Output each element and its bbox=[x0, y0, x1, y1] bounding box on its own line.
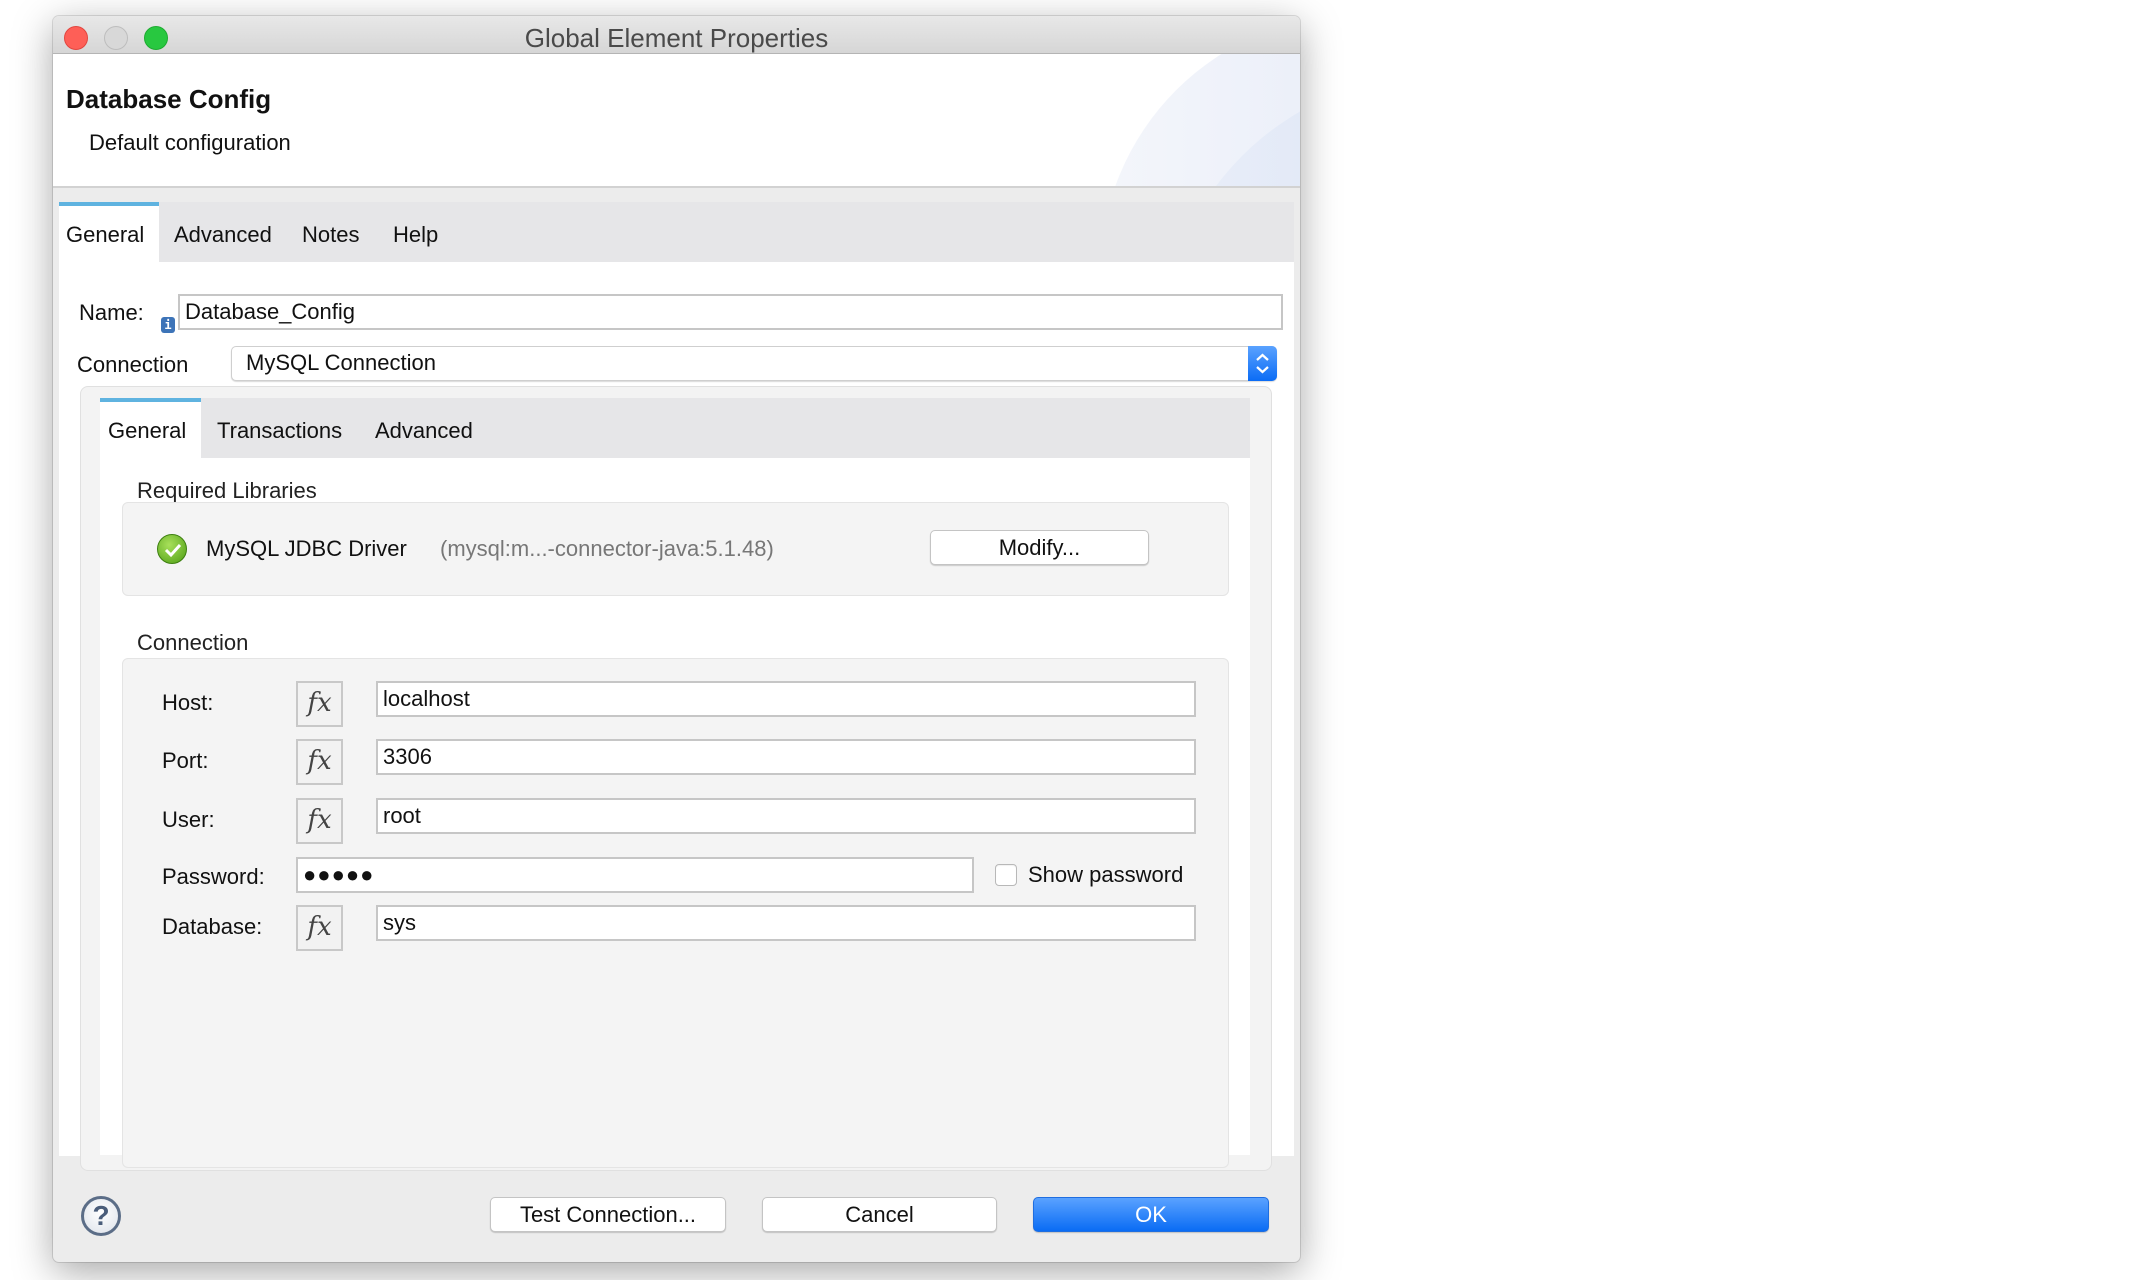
show-password-checkbox[interactable] bbox=[995, 864, 1017, 886]
required-libraries-label: Required Libraries bbox=[137, 478, 317, 503]
tab-advanced[interactable]: Advanced bbox=[174, 202, 272, 262]
window-title: Global Element Properties bbox=[524, 23, 829, 53]
inner-tab-transactions[interactable]: Transactions bbox=[217, 398, 342, 458]
help-icon[interactable]: ? bbox=[81, 1196, 121, 1236]
user-expression-button[interactable]: fx bbox=[296, 798, 343, 844]
required-libraries-box: MySQL JDBC Driver (mysql:m...-connector-… bbox=[122, 502, 1229, 596]
cancel-button[interactable]: Cancel bbox=[762, 1197, 997, 1232]
library-name: MySQL JDBC Driver bbox=[206, 536, 407, 561]
modify-library-button[interactable]: Modify... bbox=[930, 530, 1149, 565]
tab-general[interactable]: General bbox=[59, 202, 159, 262]
show-password-label[interactable]: Show password bbox=[1028, 862, 1183, 888]
connection-section-label: Connection bbox=[137, 630, 249, 655]
inner-general-content: Required Libraries MySQL JDBC Driver (my… bbox=[100, 458, 1250, 1168]
ok-button[interactable]: OK bbox=[1033, 1197, 1269, 1232]
main-tabs: General Advanced Notes Help bbox=[59, 202, 1294, 262]
connection-select-value: MySQL Connection bbox=[246, 350, 436, 375]
name-label: Name: bbox=[79, 300, 144, 325]
host-expression-button[interactable]: fx bbox=[296, 681, 343, 727]
name-input[interactable]: Database_Config bbox=[178, 294, 1283, 330]
database-expression-button[interactable]: fx bbox=[296, 905, 343, 951]
connection-label: Connection bbox=[77, 352, 189, 377]
dialog-window: Global Element Properties Database Confi… bbox=[53, 16, 1300, 1262]
database-input[interactable]: sys bbox=[376, 905, 1196, 941]
tab-help[interactable]: Help bbox=[393, 202, 438, 262]
header-subtitle: Default configuration bbox=[89, 130, 291, 155]
select-arrows-icon bbox=[1248, 346, 1277, 381]
password-input[interactable]: ●●●●● bbox=[296, 857, 974, 893]
connection-box: Host: fx localhost Port: fx 3306 User: f… bbox=[122, 658, 1229, 1168]
password-label: Password: bbox=[162, 864, 265, 889]
test-connection-button[interactable]: Test Connection... bbox=[490, 1197, 726, 1232]
title-bar[interactable]: Global Element Properties bbox=[53, 16, 1300, 54]
host-input[interactable]: localhost bbox=[376, 681, 1196, 717]
dialog-header: Database Config Default configuration bbox=[53, 54, 1300, 188]
port-input[interactable]: 3306 bbox=[376, 739, 1196, 775]
library-coordinates: (mysql:m...-connector-java:5.1.48) bbox=[440, 536, 774, 561]
user-label: User: bbox=[162, 807, 215, 832]
connection-select[interactable]: MySQL Connection bbox=[231, 346, 1277, 381]
header-title: Database Config bbox=[66, 84, 272, 114]
user-input[interactable]: root bbox=[376, 798, 1196, 834]
inner-tab-general[interactable]: General bbox=[100, 398, 201, 458]
tab-notes[interactable]: Notes bbox=[302, 202, 359, 262]
inner-tabs: General Transactions Advanced bbox=[100, 398, 1250, 458]
port-expression-button[interactable]: fx bbox=[296, 739, 343, 785]
host-label: Host: bbox=[162, 690, 214, 715]
database-label: Database: bbox=[162, 914, 263, 939]
inner-tab-advanced[interactable]: Advanced bbox=[375, 398, 473, 458]
port-label: Port: bbox=[162, 748, 209, 773]
check-circle-icon bbox=[157, 534, 187, 564]
info-icon[interactable]: i bbox=[161, 317, 175, 333]
